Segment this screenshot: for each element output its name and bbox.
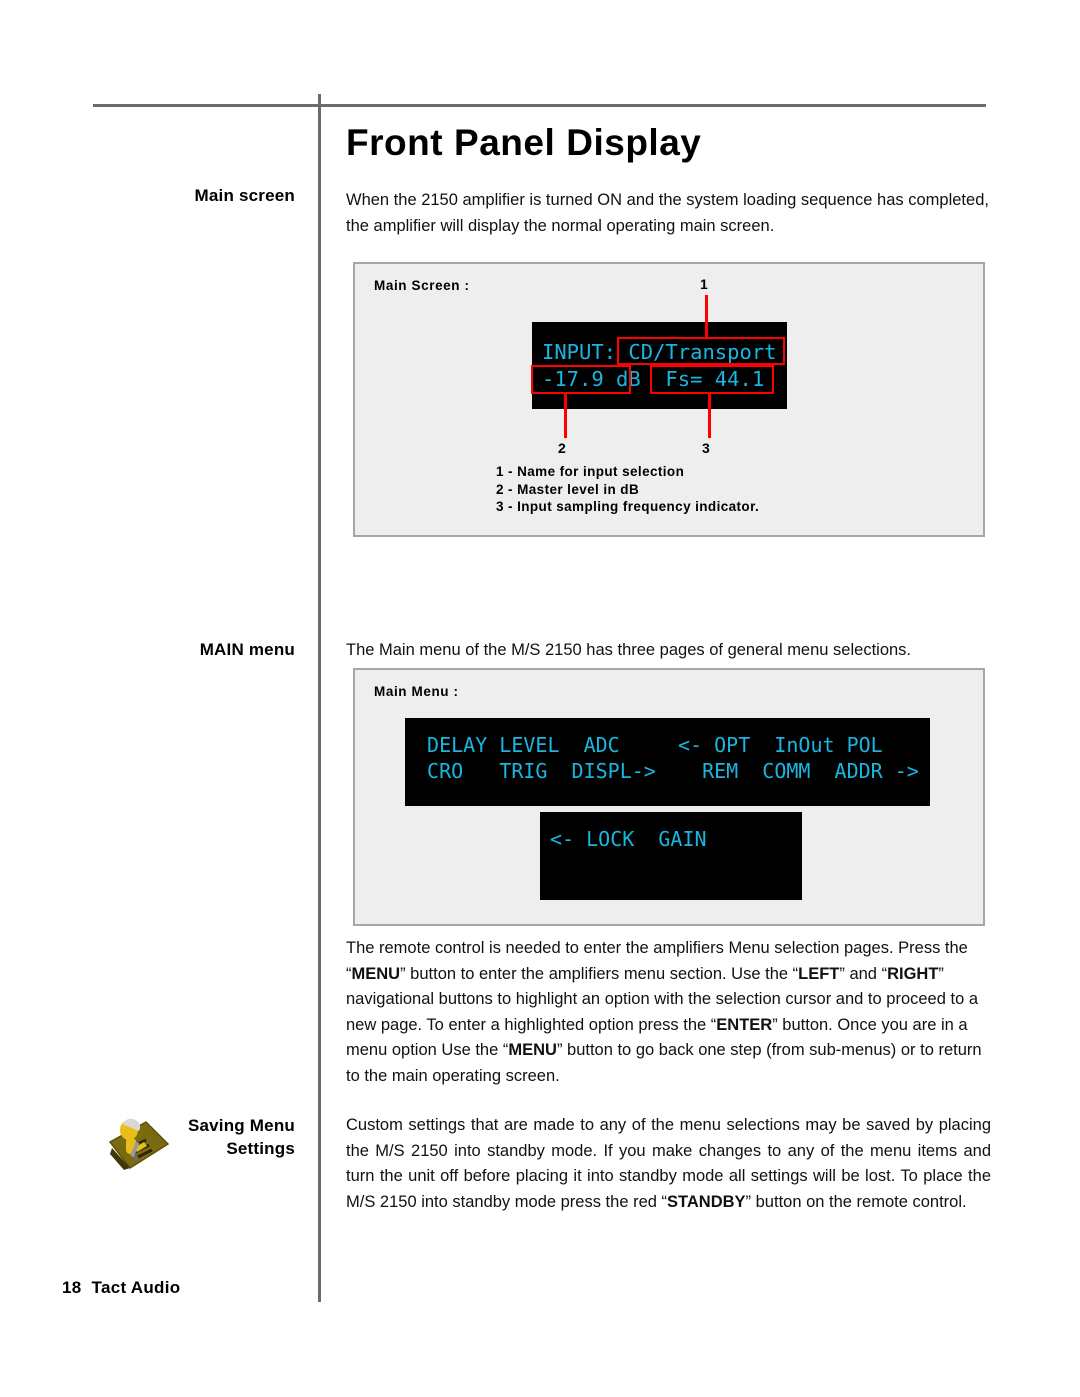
legend-item-2: 2 - Master level in dB (496, 481, 640, 497)
paragraph-main-menu: The Main menu of the M/S 2150 has three … (346, 641, 912, 659)
page-title-word-3: Display (566, 122, 702, 163)
callout-number-1: 1 (700, 276, 708, 292)
callout-number-3: 3 (702, 440, 710, 456)
remote-text-3: ” and “ (839, 964, 888, 983)
remote-bold-enter: ENTER (716, 1015, 773, 1034)
callout-line-3 (708, 394, 711, 438)
paragraph-saving-settings: Custom settings that are made to any of … (346, 1113, 991, 1215)
margin-label-main-screen: Main screen (194, 186, 295, 205)
legend-item-1: 1 - Name for input selection (496, 464, 685, 479)
callout-number-2: 2 (558, 440, 566, 456)
figure-main-screen-caption: Main Screen : (374, 278, 470, 293)
lcd-menu-page-1-line-1: DELAY LEVEL ADC (415, 733, 620, 757)
margin-label-main-menu: MAIN menu (199, 640, 295, 659)
page-footer: 18 Tact Audio (62, 1278, 180, 1298)
footer-page-number: 18 (62, 1278, 82, 1297)
saving-text-2: ” button on the remote control. (745, 1192, 967, 1211)
page-title: Front Panel Display (346, 122, 712, 164)
lcd-menu-page-3: <- LOCK GAIN (540, 812, 802, 900)
header-rule (93, 104, 986, 107)
lcd-main-line-1: INPUT: CD/Transport (542, 340, 777, 364)
page-title-word-1: Front (346, 122, 444, 163)
saving-bold-standby: STANDBY (667, 1192, 746, 1211)
legend-item-3: 3 - Input sampling frequency indicator. (496, 499, 760, 514)
hand-writing-note-icon (108, 1118, 170, 1170)
figure-main-screen: Main Screen : INPUT: CD/Transport -17.9 … (353, 262, 985, 537)
lcd-menu-page-2-line-2: REM COMM ADDR -> (678, 759, 919, 783)
document-page: Front Panel Display Main screen MAIN menu … (0, 0, 1080, 1397)
figure-main-screen-legend: 1 - Name for input selection 2 - Master … (496, 463, 759, 516)
callout-line-2 (564, 394, 567, 438)
lcd-menu-page-1-line-2: CRO TRIG DISPL-> (415, 759, 656, 783)
paragraph-intro: When the 2150 amplifier is turned ON and… (346, 191, 989, 235)
lcd-menu-page-2-line-1: <- OPT InOut POL (678, 733, 883, 757)
figure-main-menu-caption: Main Menu : (374, 684, 459, 699)
lcd-menu-page-1: DELAY LEVEL ADC CRO TRIG DISPL-> (405, 718, 668, 806)
page-title-word-2: Panel (454, 122, 556, 163)
lcd-main-line-2: -17.9 dB Fs= 44.1 (542, 367, 765, 391)
paragraph-remote-control: The remote control is needed to enter th… (346, 936, 991, 1089)
callout-line-1 (705, 295, 708, 339)
lcd-main-screen: INPUT: CD/Transport -17.9 dB Fs= 44.1 (532, 322, 787, 409)
remote-bold-right: RIGHT (887, 964, 939, 983)
footer-brand: Tact Audio (91, 1278, 181, 1297)
figure-main-menu: Main Menu : DELAY LEVEL ADC CRO TRIG DIS… (353, 668, 985, 926)
lcd-menu-page-2: <- OPT InOut POL REM COMM ADDR -> (668, 718, 930, 806)
remote-bold-menu-1: MENU (351, 964, 401, 983)
lcd-menu-page-3-line-1: <- LOCK GAIN (550, 827, 707, 851)
remote-text-2: ” button to enter the amplifiers menu se… (400, 964, 799, 983)
column-divider (318, 94, 321, 1302)
remote-bold-menu-2: MENU (508, 1041, 557, 1059)
remote-bold-left: LEFT (798, 964, 840, 983)
